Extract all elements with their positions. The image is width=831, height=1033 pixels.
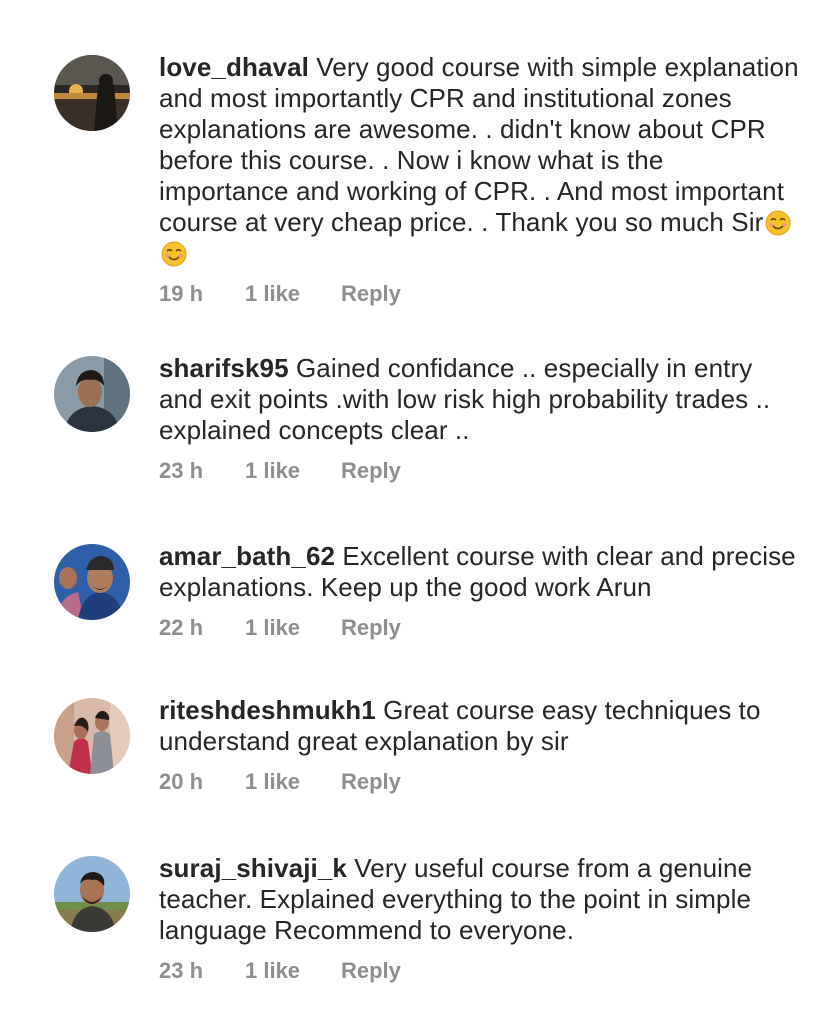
smiling-face-icon [161, 241, 187, 267]
comment-likes[interactable]: 1 like [245, 958, 341, 984]
comment-time: 23 h [159, 958, 204, 983]
comment-time: 20 h [159, 769, 204, 794]
comment-time: 23 h [159, 458, 204, 483]
comment-text: sharifsk95 Gained confidance .. especial… [159, 353, 799, 446]
avatar-image [54, 856, 130, 932]
comment-text: suraj_shivaji_k Very useful course from … [159, 853, 799, 946]
comment-meta: 22 h 1 like Reply [159, 615, 799, 641]
avatar[interactable] [54, 544, 130, 620]
comment-likes[interactable]: 1 like [245, 615, 341, 641]
comment-meta: 20 h 1 like Reply [159, 769, 799, 795]
comment-username[interactable]: sharifsk95 [159, 353, 289, 383]
comment-time: 22 h [159, 615, 204, 640]
comment-username[interactable]: love_dhaval [159, 52, 309, 82]
comment-likes[interactable]: 1 like [245, 769, 341, 795]
avatar[interactable] [54, 856, 130, 932]
comment-text: love_dhaval Very good course with simple… [159, 52, 799, 269]
comment-time: 19 h [159, 281, 204, 306]
comment-likes[interactable]: 1 like [245, 281, 341, 307]
comment-text: amar_bath_62 Excellent course with clear… [159, 541, 799, 603]
reply-button[interactable]: Reply [341, 281, 401, 307]
comment-meta: 23 h 1 like Reply [159, 958, 799, 984]
avatar-image [54, 544, 130, 620]
comment-username[interactable]: riteshdeshmukh1 [159, 695, 376, 725]
comment-meta: 23 h 1 like Reply [159, 458, 799, 484]
avatar-image [54, 698, 130, 774]
reply-button[interactable]: Reply [341, 958, 401, 984]
reply-button[interactable]: Reply [341, 458, 401, 484]
reply-button[interactable]: Reply [341, 615, 401, 641]
reply-button[interactable]: Reply [341, 769, 401, 795]
avatar[interactable] [54, 356, 130, 432]
avatar[interactable] [54, 698, 130, 774]
comment-username[interactable]: amar_bath_62 [159, 541, 335, 571]
avatar[interactable] [54, 55, 130, 131]
comment-likes[interactable]: 1 like [245, 458, 341, 484]
avatar-image [54, 356, 130, 432]
smiling-face-icon [765, 210, 791, 236]
comment-username[interactable]: suraj_shivaji_k [159, 853, 347, 883]
comment-text: riteshdeshmukh1 Great course easy techni… [159, 695, 799, 757]
comment-meta: 19 h 1 like Reply [159, 281, 799, 307]
avatar-image [54, 55, 130, 131]
